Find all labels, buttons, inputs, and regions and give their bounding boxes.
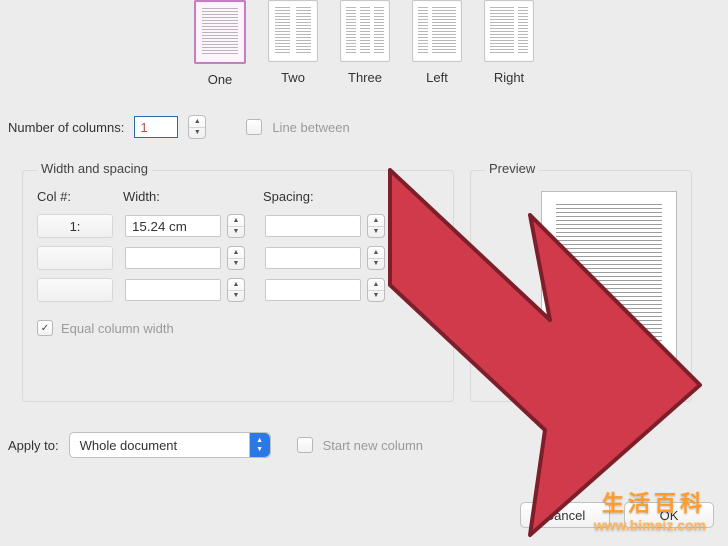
equal-width-checkbox[interactable]: [37, 320, 53, 336]
preset-one[interactable]: One: [194, 0, 246, 87]
equal-width-row: Equal column width: [23, 306, 453, 336]
chevron-up-icon: ▲: [228, 279, 244, 291]
preset-two-label: Two: [281, 70, 305, 85]
spacing-input-2: [265, 247, 361, 269]
chevron-up-icon: ▲: [228, 247, 244, 259]
preset-three[interactable]: Three: [340, 0, 390, 87]
chevron-up-icon: ▲: [189, 116, 205, 128]
col-number-1: 1:: [37, 214, 113, 238]
chevron-up-icon: ▲: [368, 279, 384, 291]
apply-to-label: Apply to:: [8, 438, 59, 453]
line-between-checkbox[interactable]: [246, 119, 262, 135]
spacing-stepper-1[interactable]: ▲▼: [367, 214, 385, 238]
number-of-columns-label: Number of columns:: [8, 120, 124, 135]
preset-two[interactable]: Two: [268, 0, 318, 87]
width-input-3: [125, 279, 221, 301]
columns-dialog: One Two Three Left: [0, 0, 728, 546]
watermark-url: www.bimeiz.com: [594, 517, 706, 534]
apply-to-row: Apply to: Whole document ▲▼ Start new co…: [8, 432, 423, 458]
width-header: Width:: [123, 189, 263, 204]
width-stepper-2: ▲▼: [227, 246, 245, 270]
spacing-input-3: [265, 279, 361, 301]
width-spacing-legend: Width and spacing: [37, 161, 152, 176]
preview-legend: Preview: [485, 161, 539, 176]
preview-page: [541, 191, 677, 377]
ws-headers: Col #: Width: Spacing:: [23, 171, 453, 210]
chevron-down-icon: ▼: [368, 227, 384, 238]
preset-one-thumb: [194, 0, 246, 64]
chevron-down-icon: ▼: [368, 291, 384, 302]
chevron-down-icon: ▼: [368, 259, 384, 270]
preset-left-label: Left: [426, 70, 448, 85]
spacing-input-1[interactable]: [265, 215, 361, 237]
preset-two-thumb: [268, 0, 318, 62]
outer-frame: One Two Three Left: [0, 0, 728, 546]
number-of-columns-row: Number of columns: ▲▼ Line between: [0, 87, 728, 153]
width-stepper-3: ▲▼: [227, 278, 245, 302]
width-input-2: [125, 247, 221, 269]
preset-right[interactable]: Right: [484, 0, 534, 87]
ws-row: 1: ▲▼ ▲▼: [23, 210, 453, 242]
width-stepper-1[interactable]: ▲▼: [227, 214, 245, 238]
spacing-stepper-3: ▲▼: [367, 278, 385, 302]
equal-width-label: Equal column width: [61, 321, 174, 336]
preset-one-label: One: [208, 72, 233, 87]
start-new-column-label: Start new column: [323, 438, 423, 453]
chevron-down-icon: ▼: [189, 128, 205, 139]
apply-to-value: Whole document: [80, 438, 178, 453]
preset-left-thumb: [412, 0, 462, 62]
col-header: Col #:: [37, 189, 123, 204]
column-presets: One Two Three Left: [0, 0, 728, 87]
preview-lines: [556, 204, 662, 362]
preview-group: Preview: [470, 170, 692, 402]
chevron-up-icon: ▲: [228, 215, 244, 227]
preset-left[interactable]: Left: [412, 0, 462, 87]
ws-row: ▲▼ ▲▼: [23, 274, 453, 306]
spacing-header: Spacing:: [263, 189, 403, 204]
width-spacing-group: Width and spacing Col #: Width: Spacing:…: [22, 170, 454, 402]
chevron-down-icon: ▼: [228, 259, 244, 270]
preset-right-label: Right: [494, 70, 524, 85]
number-of-columns-stepper[interactable]: ▲▼: [188, 115, 206, 139]
watermark-title: 生活百科: [594, 491, 706, 517]
ws-row: ▲▼ ▲▼: [23, 242, 453, 274]
chevron-down-icon: ▼: [228, 291, 244, 302]
preset-three-label: Three: [348, 70, 382, 85]
col-number-2: [37, 246, 113, 270]
chevron-up-icon: ▲: [368, 247, 384, 259]
preset-right-thumb: [484, 0, 534, 62]
line-between-label: Line between: [272, 120, 349, 135]
number-of-columns-input[interactable]: [134, 116, 178, 138]
chevron-down-icon: ▼: [228, 227, 244, 238]
start-new-column-checkbox[interactable]: [297, 437, 313, 453]
preset-three-thumb: [340, 0, 390, 62]
col-number-3: [37, 278, 113, 302]
spacing-stepper-2: ▲▼: [367, 246, 385, 270]
width-input-1[interactable]: [125, 215, 221, 237]
select-caps-icon: ▲▼: [249, 433, 270, 457]
chevron-up-icon: ▲: [368, 215, 384, 227]
apply-to-select[interactable]: Whole document ▲▼: [69, 432, 271, 458]
watermark: 生活百科 www.bimeiz.com: [594, 491, 706, 534]
